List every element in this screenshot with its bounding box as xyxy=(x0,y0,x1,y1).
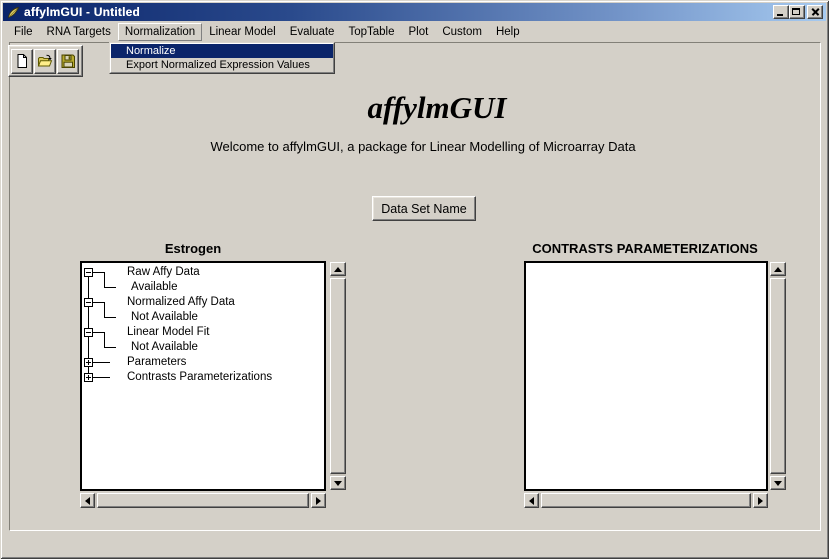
scroll-down-button[interactable] xyxy=(330,476,346,490)
left-horizontal-scrollbar[interactable] xyxy=(80,493,326,508)
tree-connector xyxy=(93,362,110,363)
normalization-menu: NormalizeExport Normalized Expression Va… xyxy=(109,42,335,74)
menubar-item-rna-targets[interactable]: RNA Targets xyxy=(40,23,118,41)
scroll-left-button[interactable] xyxy=(80,493,95,508)
tree-status-label[interactable]: Available xyxy=(131,280,177,295)
window-controls xyxy=(773,5,823,19)
open-file-button[interactable] xyxy=(34,49,56,74)
menu-item-export-normalized-expression-values[interactable]: Export Normalized Expression Values xyxy=(111,58,333,72)
menubar-item-file[interactable]: File xyxy=(7,23,40,41)
tree-expand-toggle[interactable] xyxy=(84,358,93,367)
scroll-up-button[interactable] xyxy=(770,262,786,276)
menubar: FileRNA TargetsNormalizationLinear Model… xyxy=(4,22,825,41)
tree-node-label[interactable]: Contrasts Parameterizations xyxy=(127,370,272,385)
titlebar[interactable]: affylmGUI - Untitled xyxy=(3,3,826,21)
right-arrow-icon xyxy=(758,497,763,505)
data-set-name-button[interactable]: Data Set Name xyxy=(372,196,476,221)
new-document-icon xyxy=(14,53,30,69)
left-panel-title: Estrogen xyxy=(93,241,293,256)
tree-expand-toggle[interactable] xyxy=(84,268,93,277)
menubar-item-evaluate[interactable]: Evaluate xyxy=(283,23,342,41)
scroll-right-button[interactable] xyxy=(753,493,768,508)
tree-status-label[interactable]: Not Available xyxy=(131,310,198,325)
toolbar xyxy=(8,45,83,77)
scroll-right-button[interactable] xyxy=(311,493,326,508)
scrollbar-thumb[interactable] xyxy=(330,278,346,474)
left-arrow-icon xyxy=(85,497,90,505)
feather-icon[interactable] xyxy=(6,5,20,19)
tree-connector xyxy=(104,347,116,348)
tree-expand-toggle[interactable] xyxy=(84,373,93,382)
scroll-left-button[interactable] xyxy=(524,493,539,508)
left-arrow-icon xyxy=(529,497,534,505)
right-vertical-scrollbar[interactable] xyxy=(770,262,786,490)
tree-connector xyxy=(104,302,105,317)
tree-connector xyxy=(104,332,105,347)
minimize-icon xyxy=(777,14,783,16)
menubar-item-linear-model[interactable]: Linear Model xyxy=(202,23,282,41)
down-arrow-icon xyxy=(774,481,782,486)
menubar-item-toptable[interactable]: TopTable xyxy=(341,23,401,41)
right-horizontal-scrollbar[interactable] xyxy=(524,493,768,508)
minimize-button[interactable] xyxy=(773,5,789,19)
tree-node-label[interactable]: Normalized Affy Data xyxy=(127,295,235,310)
right-arrow-icon xyxy=(316,497,321,505)
new-file-button[interactable] xyxy=(11,49,33,74)
maximize-icon xyxy=(792,8,800,15)
status-tree: Raw Affy DataAvailableNormalized Affy Da… xyxy=(82,263,324,489)
save-disk-icon xyxy=(60,53,76,69)
tree-node-label[interactable]: Raw Affy Data xyxy=(127,265,200,280)
left-vertical-scrollbar[interactable] xyxy=(330,262,346,490)
tree-expand-toggle[interactable] xyxy=(84,298,93,307)
scrollbar-thumb[interactable] xyxy=(770,278,786,474)
tree-connector xyxy=(104,317,116,318)
right-panel-title: CONTRASTS PARAMETERIZATIONS xyxy=(525,241,765,256)
menubar-item-custom[interactable]: Custom xyxy=(435,23,489,41)
tree-node-label[interactable]: Linear Model Fit xyxy=(127,325,209,340)
tree-node-label[interactable]: Parameters xyxy=(127,355,186,370)
maximize-button[interactable] xyxy=(789,5,805,19)
save-file-button[interactable] xyxy=(57,49,79,74)
tree-connector xyxy=(104,272,105,287)
tree-connector xyxy=(93,302,104,303)
tree-connector xyxy=(93,272,104,273)
normalization-menu-items: NormalizeExport Normalized Expression Va… xyxy=(110,43,334,73)
menubar-item-normalization[interactable]: Normalization xyxy=(118,23,202,41)
open-folder-icon xyxy=(37,53,53,69)
status-tree-listbox[interactable]: Raw Affy DataAvailableNormalized Affy Da… xyxy=(80,261,326,491)
down-arrow-icon xyxy=(334,481,342,486)
tree-connector xyxy=(104,287,116,288)
scrollbar-thumb[interactable] xyxy=(97,493,309,508)
window-title: affylmGUI - Untitled xyxy=(24,5,140,19)
tree-connector xyxy=(93,377,110,378)
scroll-down-button[interactable] xyxy=(770,476,786,490)
tree-expand-toggle[interactable] xyxy=(84,328,93,337)
scrollbar-thumb[interactable] xyxy=(541,493,751,508)
welcome-text: Welcome to affylmGUI, a package for Line… xyxy=(9,139,821,154)
app-title: affylmGUI xyxy=(9,90,821,126)
app-window: affylmGUI - Untitled FileRNA TargetsNorm… xyxy=(0,0,829,559)
tree-connector xyxy=(93,332,104,333)
menu-item-normalize[interactable]: Normalize xyxy=(111,44,333,58)
up-arrow-icon xyxy=(774,267,782,272)
close-button[interactable] xyxy=(807,5,823,19)
menubar-item-plot[interactable]: Plot xyxy=(402,23,436,41)
menubar-item-help[interactable]: Help xyxy=(489,23,527,41)
scroll-up-button[interactable] xyxy=(330,262,346,276)
up-arrow-icon xyxy=(334,267,342,272)
contrasts-listbox[interactable] xyxy=(524,261,768,491)
tree-status-label[interactable]: Not Available xyxy=(131,340,198,355)
